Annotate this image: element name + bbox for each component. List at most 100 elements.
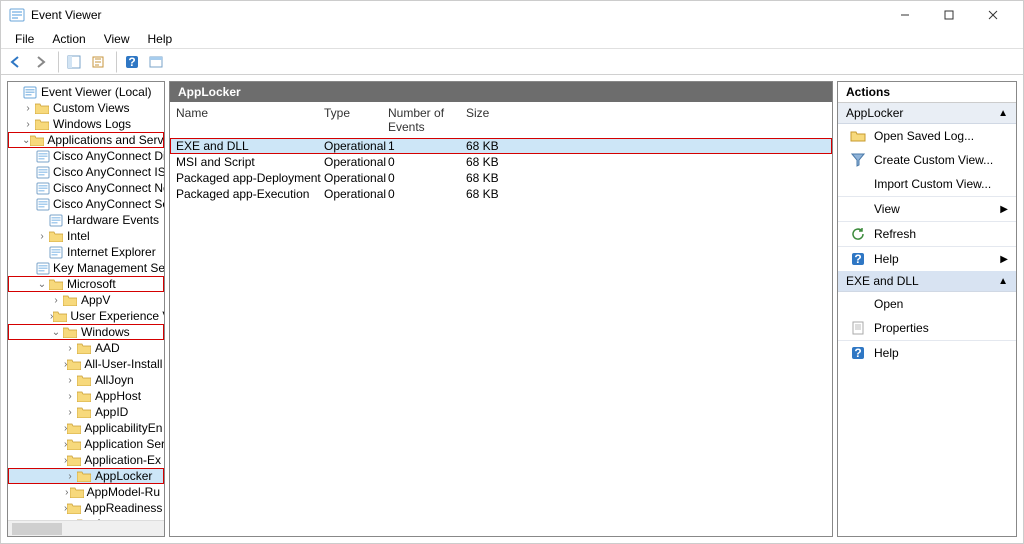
chevron-down-icon[interactable]: ⌄	[22, 135, 30, 146]
tree-item-root[interactable]: Event Viewer (Local)	[8, 84, 164, 100]
col-num[interactable]: Number of Events	[388, 106, 466, 134]
submenu-arrow-icon: ▶	[1000, 204, 1008, 215]
tree-item-label: Application Ser	[84, 437, 164, 451]
action-refresh[interactable]: Refresh	[838, 221, 1016, 246]
folder-icon	[76, 469, 92, 483]
tree-item-cisco_net[interactable]: Cisco AnyConnect Net	[8, 180, 164, 196]
action-create-custom-view[interactable]: Create Custom View...	[838, 148, 1016, 172]
tree-item-cisco_sec[interactable]: Cisco AnyConnect Sec	[8, 196, 164, 212]
chevron-right-icon[interactable]: ›	[64, 391, 76, 402]
menu-action[interactable]: Action	[44, 30, 93, 48]
tree-item-hardware_events[interactable]: Hardware Events	[8, 212, 164, 228]
svg-text:?: ?	[854, 346, 861, 360]
tree-item-appv[interactable]: ›AppV	[8, 292, 164, 308]
log-row[interactable]: Packaged app-ExecutionOperational068 KB	[170, 186, 832, 202]
log-row[interactable]: EXE and DLLOperational168 KB	[170, 138, 832, 154]
chevron-right-icon[interactable]: ›	[64, 343, 76, 354]
tree-item-alljoyn[interactable]: ›AllJoyn	[8, 372, 164, 388]
folder-open-icon	[850, 128, 866, 144]
tree-item-aad[interactable]: ›AAD	[8, 340, 164, 356]
forward-button[interactable]	[29, 51, 51, 73]
menubar: File Action View Help	[1, 29, 1023, 49]
tree-item-label: Microsoft	[67, 277, 116, 291]
tree-item-label: AppModel-Ru	[87, 485, 160, 499]
log-icon	[48, 213, 64, 227]
tree-item-custom_views[interactable]: ›Custom Views	[8, 100, 164, 116]
folder-icon	[48, 277, 64, 291]
action-help[interactable]: ? Help ▶	[838, 246, 1016, 271]
close-button[interactable]	[971, 1, 1015, 29]
cell-name: Packaged app-Deployment	[176, 171, 324, 185]
chevron-right-icon[interactable]: ›	[50, 295, 62, 306]
tree-item-appid[interactable]: ›AppID	[8, 404, 164, 420]
chevron-right-icon[interactable]: ›	[64, 407, 76, 418]
center-pane: AppLocker Name Type Number of Events Siz…	[169, 81, 833, 537]
folder-icon	[30, 133, 44, 147]
folder-icon	[34, 117, 50, 131]
export-button[interactable]	[87, 51, 109, 73]
tree-item-appmodel[interactable]: ›AppModel-Ru	[8, 484, 164, 500]
cell-num: 0	[388, 187, 466, 201]
action-import-custom-view[interactable]: Import Custom View...	[838, 172, 1016, 196]
cell-name: MSI and Script	[176, 155, 324, 169]
props-button[interactable]	[145, 51, 167, 73]
menu-file[interactable]: File	[7, 30, 42, 48]
chevron-down-icon[interactable]: ⌄	[36, 279, 48, 290]
minimize-button[interactable]	[883, 1, 927, 29]
tree-item-intel[interactable]: ›Intel	[8, 228, 164, 244]
center-header: AppLocker	[170, 82, 832, 102]
back-button[interactable]	[5, 51, 27, 73]
tree-item-label: User Experience Vi	[70, 309, 164, 323]
tree-item-cisco_ise[interactable]: Cisco AnyConnect ISE	[8, 164, 164, 180]
tree-item-applicen[interactable]: ›ApplicabilityEn	[8, 420, 164, 436]
show-hide-tree-button[interactable]	[63, 51, 85, 73]
menu-view[interactable]: View	[96, 30, 138, 48]
col-size[interactable]: Size	[466, 106, 526, 134]
action-properties[interactable]: Properties	[838, 316, 1016, 340]
log-row[interactable]: Packaged app-DeploymentOperational068 KB	[170, 170, 832, 186]
cell-num: 0	[388, 155, 466, 169]
tree[interactable]: Event Viewer (Local)›Custom Views›Window…	[8, 82, 164, 520]
col-name[interactable]: Name	[176, 106, 324, 134]
action-help2[interactable]: ? Help	[838, 340, 1016, 365]
tree-item-uev[interactable]: ›User Experience Vi	[8, 308, 164, 324]
tree-item-applocker[interactable]: ›AppLocker	[8, 468, 164, 484]
tree-item-windows_logs[interactable]: ›Windows Logs	[8, 116, 164, 132]
log-icon	[36, 181, 50, 195]
action-open[interactable]: Open	[838, 292, 1016, 316]
chevron-right-icon[interactable]: ›	[22, 119, 34, 130]
cell-type: Operational	[324, 171, 388, 185]
tree-item-alluser[interactable]: ›All-User-Install	[8, 356, 164, 372]
actions-section-exe-dll[interactable]: EXE and DLL▲	[838, 271, 1016, 292]
tree-item-appread[interactable]: ›AppReadiness	[8, 500, 164, 516]
window-title: Event Viewer	[31, 8, 883, 22]
cell-name: Packaged app-Execution	[176, 187, 324, 201]
chevron-right-icon[interactable]: ›	[64, 471, 76, 482]
log-icon	[36, 261, 50, 275]
tree-item-cisco_dial[interactable]: Cisco AnyConnect Dia	[8, 148, 164, 164]
help-button[interactable]: ?	[121, 51, 143, 73]
chevron-down-icon[interactable]: ⌄	[50, 327, 62, 338]
tree-horizontal-scrollbar[interactable]	[8, 520, 164, 536]
chevron-right-icon[interactable]: ›	[36, 231, 48, 242]
tree-item-kms[interactable]: Key Management Serv	[8, 260, 164, 276]
app-icon	[9, 7, 25, 23]
tree-item-apphost[interactable]: ›AppHost	[8, 388, 164, 404]
action-view[interactable]: View ▶	[838, 196, 1016, 221]
tree-item-microsoft[interactable]: ⌄ Microsoft	[8, 276, 164, 292]
tree-item-ie[interactable]: Internet Explorer	[8, 244, 164, 260]
cell-name: EXE and DLL	[176, 139, 324, 153]
tree-item-appex[interactable]: ›Application-Ex	[8, 452, 164, 468]
tree-item-apps_services[interactable]: ⌄Applications and Services	[8, 132, 164, 148]
log-grid: Name Type Number of Events Size EXE and …	[170, 102, 832, 536]
col-type[interactable]: Type	[324, 106, 388, 134]
tree-item-windows[interactable]: ⌄Windows	[8, 324, 164, 340]
tree-item-appser[interactable]: ›Application Ser	[8, 436, 164, 452]
chevron-right-icon[interactable]: ›	[22, 103, 34, 114]
action-open-saved-log[interactable]: Open Saved Log...	[838, 124, 1016, 148]
actions-section-applocker[interactable]: AppLocker▲	[838, 103, 1016, 124]
chevron-right-icon[interactable]: ›	[64, 375, 76, 386]
log-row[interactable]: MSI and ScriptOperational068 KB	[170, 154, 832, 170]
menu-help[interactable]: Help	[140, 30, 181, 48]
maximize-button[interactable]	[927, 1, 971, 29]
